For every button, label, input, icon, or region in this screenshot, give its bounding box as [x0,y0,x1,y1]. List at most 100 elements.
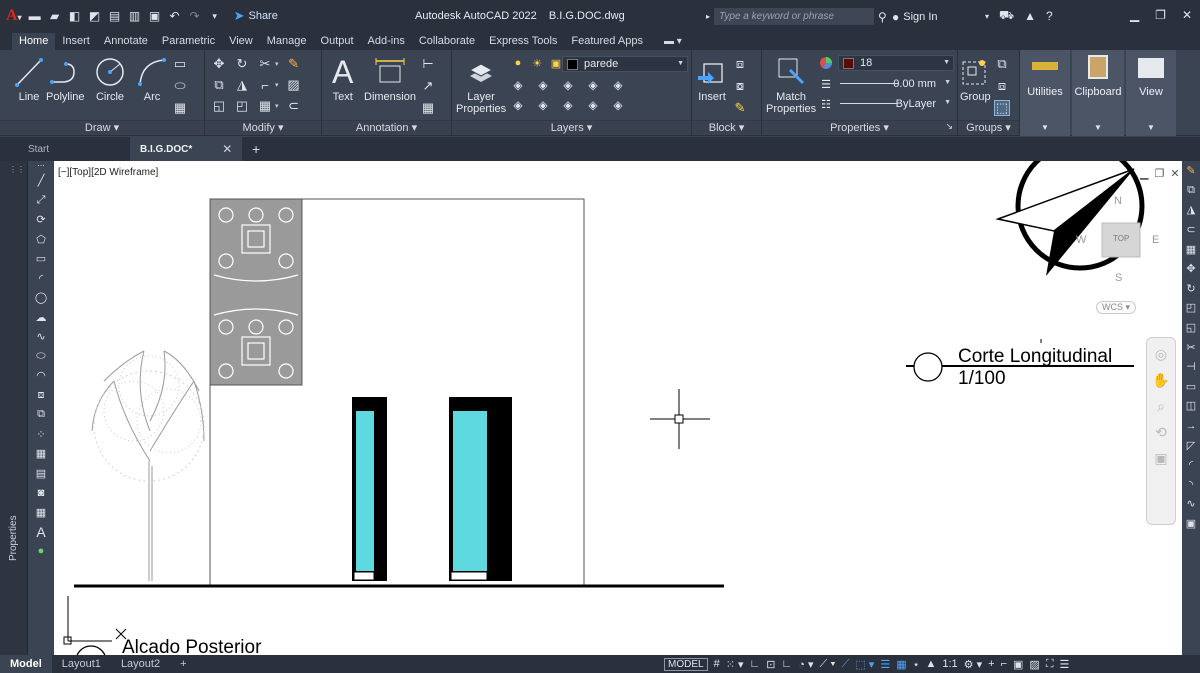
tab-home[interactable]: Home [12,33,56,50]
explode-icon[interactable]: ▨ [286,77,302,93]
dropdown-icon[interactable]: ▾ [985,12,989,21]
clean-screen-icon[interactable]: ⛶ [1046,658,1054,671]
redo-icon[interactable]: ↷ [188,9,202,23]
create-block-icon[interactable]: ⧈ [732,56,748,72]
hatch-icon[interactable]: ▦ [172,100,188,116]
table-icon[interactable]: ▦ [420,100,436,116]
search-input[interactable] [714,8,875,25]
layer-freeze-icon[interactable]: ◈ [610,77,626,93]
bulb-icon[interactable]: ● [510,55,526,71]
stretch-icon[interactable]: ◱ [211,98,227,114]
extend-icon[interactable]: ⊣ [1182,357,1200,377]
start-tab[interactable]: Start [0,137,130,161]
move-icon[interactable]: ✥ [211,56,227,72]
erase-icon[interactable]: ✎ [286,56,302,72]
mirror-icon[interactable]: ◮ [1182,200,1200,220]
pan-icon[interactable]: ✋ [1152,372,1169,389]
offset-icon[interactable]: ⊂ [286,98,302,114]
print-icon[interactable]: ▣ [148,9,162,23]
modify-panel-label[interactable]: Modify ▾ [205,120,321,134]
grid-icon[interactable]: # [714,658,720,670]
restore-icon[interactable]: ❐ [1155,8,1166,22]
line-icon[interactable]: ╱ [28,171,54,191]
layout2-tab[interactable]: Layout2 [111,655,170,673]
ribbon-options-icon[interactable]: ▬ ▾ [664,36,682,50]
rectangle-icon[interactable]: ▭ [172,56,188,72]
web-save-icon[interactable]: ▥ [128,9,142,23]
grip-icon[interactable]: ⋮⋮ [9,165,25,174]
dynamic-input-icon[interactable]: ⊡ [766,658,775,671]
blend-icon[interactable]: ◝ [1182,475,1200,495]
edit-block-icon[interactable]: ⧇ [732,78,748,94]
rotate-icon[interactable]: ↻ [234,56,250,72]
draw-panel-label[interactable]: Draw ▾ [0,120,204,134]
groups-panel-label[interactable]: Groups ▾ [958,120,1019,134]
group-tool[interactable]: Group [960,53,991,103]
undo-icon[interactable]: ↶ [168,9,182,23]
multiline-text-icon[interactable]: A [28,522,54,542]
customization-icon[interactable]: ☰ [1060,658,1070,671]
view-button[interactable]: View ▼ [1126,50,1176,136]
close-icon[interactable]: ✕ [1170,167,1179,180]
color-dropdown[interactable]: 18 ▼ [838,55,954,71]
layer-properties-tool[interactable]: Layer Properties [456,53,506,115]
revision-cloud-icon[interactable]: ☁ [28,308,54,328]
tab-view[interactable]: View [222,33,260,50]
fillet-icon[interactable]: ⌐ [257,77,273,93]
scale-icon[interactable]: ◰ [1182,298,1200,318]
layer-previous-icon[interactable]: ◈ [535,77,551,93]
ungroup-icon[interactable]: ⧉ [994,56,1010,72]
group-selection-icon[interactable]: ⬚ [994,100,1010,116]
layer-unlock-icon[interactable]: ◈ [610,97,626,113]
application-menu-button[interactable]: A▾ [6,7,22,25]
match-properties-tool[interactable]: Match Properties [766,53,816,115]
fillet-icon[interactable]: ◜ [1182,455,1200,475]
search-icon[interactable]: ⚲ [878,10,887,24]
point-icon[interactable]: ⁘ [28,425,54,445]
construction-line-icon[interactable]: ⤢ [28,191,54,211]
zoom-extents-icon[interactable]: ⌕ [1157,398,1165,415]
region-icon[interactable]: ◙ [28,483,54,503]
hatch-icon[interactable]: ▦ [28,444,54,464]
new-tab-button[interactable]: + [252,141,260,157]
trim-icon[interactable]: ✂ [257,56,273,72]
tab-add-ins[interactable]: Add-ins [361,33,412,50]
dimension-tool[interactable]: Dimension [364,53,416,103]
tab-annotate[interactable]: Annotate [97,33,155,50]
snap-icon[interactable]: ⁙ ▾ [726,658,744,671]
properties-panel-label[interactable]: Properties ▾ ↘ [762,120,957,134]
close-icon[interactable]: ✕ [222,142,232,156]
workspace-gear-icon[interactable]: ⚙ ▾ [964,658,982,671]
orbit-icon[interactable]: ⟲ [1155,424,1167,441]
insert-block-icon[interactable]: ⧈ [28,386,54,406]
open-icon[interactable]: ▰ [48,9,62,23]
save-icon[interactable]: ◧ [68,9,82,23]
leader-icon[interactable]: ↗ [420,78,436,94]
layer-on-icon[interactable]: ◈ [535,97,551,113]
restore-icon[interactable]: ❐ [1154,167,1164,180]
steering-wheel-icon[interactable]: ◎ [1155,346,1167,363]
layer-thaw-icon[interactable]: ◈ [560,97,576,113]
move-icon[interactable]: ✥ [1182,259,1200,279]
isodraft-icon[interactable]: ⟋ ▾ [820,658,836,671]
wcs-menu[interactable]: WCS ▾ [1096,301,1137,314]
showmotion-icon[interactable]: ▣ [1154,450,1167,467]
layout1-tab[interactable]: Layout1 [52,655,111,673]
layer-lock-icon[interactable]: ◈ [585,97,601,113]
annotation-visibility-icon[interactable]: ▲ [925,658,936,670]
utilities-button[interactable]: Utilities ▼ [1020,50,1070,136]
polygon-icon[interactable]: ⬠ [28,230,54,250]
circle-icon[interactable]: ◯ [28,288,54,308]
help-icon[interactable]: ? [1046,9,1053,23]
annotation-scale-dropdown[interactable]: 1:1 [942,658,957,670]
annotation-panel-label[interactable]: Annotation ▾ [322,120,451,134]
mirror-icon[interactable]: ◮ [234,77,250,93]
autodesk-app-icon[interactable]: ▲ [1024,9,1036,23]
object-snap-icon[interactable]: ⬚ ▾ [855,658,874,671]
save-as-icon[interactable]: ◩ [88,9,102,23]
panel-launcher-icon[interactable]: ↘ [945,121,953,132]
units-icon[interactable]: ⌐ [1001,658,1007,670]
web-open-icon[interactable]: ▤ [108,9,122,23]
block-panel-label[interactable]: Block ▾ [692,120,761,134]
customize-qat-icon[interactable]: ▾ [208,9,222,23]
